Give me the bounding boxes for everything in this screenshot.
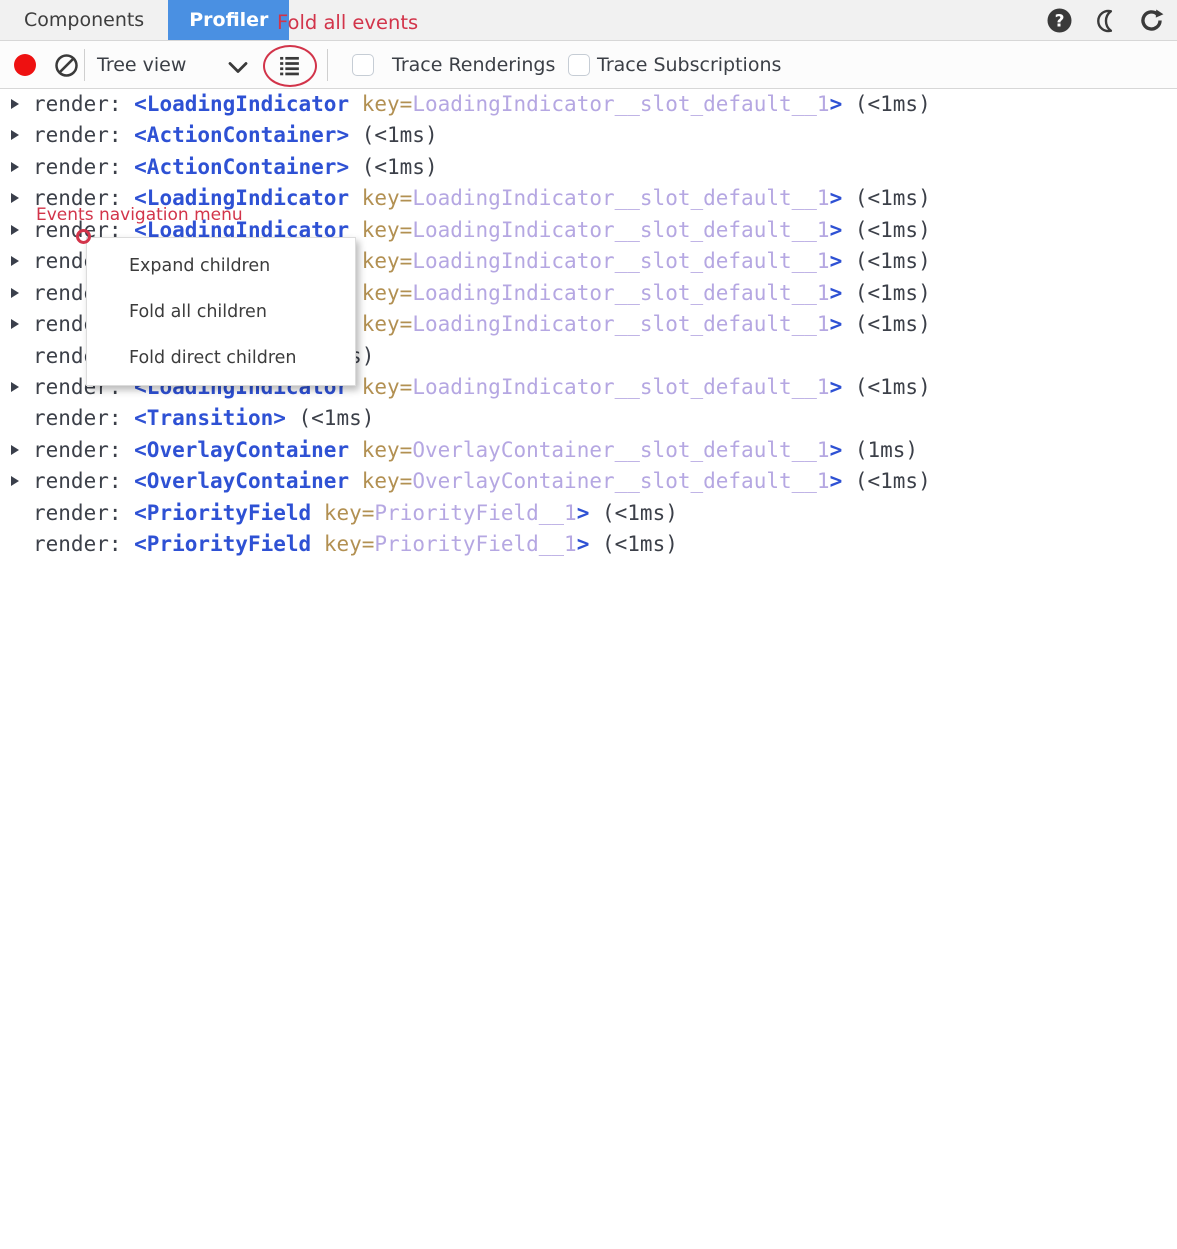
expander-triangle-icon[interactable]	[11, 476, 19, 486]
event-row[interactable]: render: <OverlayContainer key=OverlayCon…	[0, 435, 1177, 466]
expander-triangle-icon[interactable]	[11, 99, 19, 109]
trace-subscriptions-label[interactable]: Trace Subscriptions	[597, 41, 781, 89]
record-button[interactable]	[14, 54, 36, 76]
event-row[interactable]: render: <LoadingIndicator key=LoadingInd…	[0, 89, 1177, 120]
menu-item-fold-direct-children[interactable]: Fold direct children	[87, 335, 355, 381]
expander-triangle-icon[interactable]	[11, 162, 19, 172]
event-row[interactable]: render: <Transition> (<1ms)	[0, 403, 1177, 434]
menu-item-fold-all-children[interactable]: Fold all children	[87, 289, 355, 335]
trace-subscriptions-checkbox[interactable]	[568, 54, 590, 76]
expander-triangle-icon[interactable]	[11, 319, 19, 329]
event-row[interactable]: render: <ActionContainer> (<1ms)	[0, 152, 1177, 183]
expander-triangle-icon[interactable]	[11, 445, 19, 455]
expander-triangle-icon[interactable]	[11, 382, 19, 392]
chevron-down-icon[interactable]	[227, 60, 249, 79]
expander-triangle-icon[interactable]	[11, 130, 19, 140]
help-icon[interactable]: ?	[1046, 7, 1073, 34]
menu-item-expand-children[interactable]: Expand children	[87, 243, 355, 289]
refresh-icon[interactable]	[1138, 7, 1165, 34]
top-tab-bar: Components Profiler ?	[0, 0, 1177, 41]
event-row[interactable]: render: <ActionContainer> (<1ms)	[0, 120, 1177, 151]
devtools-profiler-panel: Components Profiler ?	[0, 0, 1177, 1249]
svg-text:?: ?	[1055, 12, 1065, 32]
dark-mode-icon[interactable]	[1092, 7, 1119, 34]
profiler-toolbar: Tree view Trace Renderings Trace Subscri…	[0, 41, 1177, 89]
clear-events-icon[interactable]	[54, 53, 79, 82]
toolbar-separator	[84, 49, 85, 81]
expander-triangle-icon[interactable]	[11, 225, 19, 235]
event-row[interactable]: render: <OverlayContainer key=OverlayCon…	[0, 466, 1177, 497]
event-row[interactable]: render: <PriorityField key=PriorityField…	[0, 498, 1177, 529]
events-context-menu: Expand children Fold all children Fold d…	[86, 237, 356, 386]
tab-profiler[interactable]: Profiler	[168, 0, 289, 40]
trace-renderings-checkbox[interactable]	[352, 54, 374, 76]
expander-triangle-icon[interactable]	[11, 288, 19, 298]
event-row[interactable]: render: <PriorityField key=PriorityField…	[0, 529, 1177, 560]
events-navigation-menu-icon[interactable]	[277, 53, 302, 82]
expander-triangle-icon[interactable]	[11, 193, 19, 203]
tab-components[interactable]: Components	[0, 0, 168, 40]
event-row[interactable]: render: <LoadingIndicator key=LoadingInd…	[0, 183, 1177, 214]
trace-renderings-label[interactable]: Trace Renderings	[392, 41, 555, 89]
expander-triangle-icon[interactable]	[11, 256, 19, 266]
toolbar-separator	[327, 49, 328, 81]
tree-view-selector[interactable]: Tree view	[97, 41, 186, 89]
tabbar-icon-group: ?	[1046, 0, 1165, 41]
